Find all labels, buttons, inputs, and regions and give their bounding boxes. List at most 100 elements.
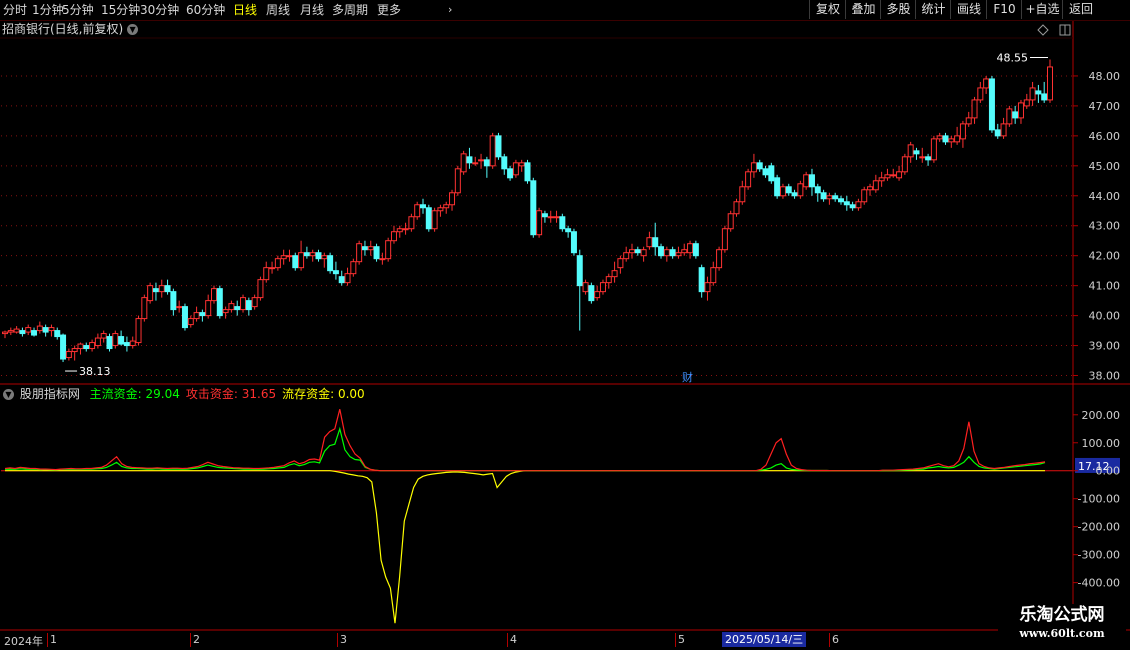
candle: [129, 336, 136, 349]
candle: [907, 141, 914, 163]
candle-body: [408, 216, 415, 230]
candle-body: [240, 297, 247, 311]
candle-body: [669, 249, 676, 257]
candle-body: [756, 162, 763, 170]
candle: [123, 336, 130, 352]
candle-body: [501, 156, 508, 170]
candle-body: [437, 207, 444, 212]
candle: [658, 243, 665, 259]
candle-body: [489, 135, 496, 167]
candle: [327, 252, 334, 274]
candle: [710, 261, 717, 286]
candle-body: [135, 318, 142, 344]
candle: [704, 276, 711, 301]
candle-body: [7, 330, 14, 333]
candle: [25, 324, 32, 336]
candle-body: [129, 340, 136, 347]
candle: [1006, 105, 1013, 127]
candle: [100, 330, 107, 343]
candle: [634, 246, 641, 256]
candle: [948, 135, 955, 148]
candle: [385, 237, 392, 262]
candle-body: [2, 331, 8, 335]
price-chart: 38.00 39.00 40.00 41.00 42.00 43.00 44.00 45.00…: [0, 21, 1130, 631]
candle: [605, 273, 612, 289]
indicator-number: 29.04: [141, 387, 180, 401]
candle-body: [309, 252, 316, 257]
candle-body: [13, 328, 20, 333]
indicator-axis: 200.00 100.00 0.00 -100.00 -200.00 -300.00 -40…: [1073, 409, 1120, 590]
candle-body: [181, 306, 188, 329]
indicator-label: 主流资金:: [89, 387, 142, 401]
candle: [507, 165, 514, 181]
candle-body: [710, 267, 717, 284]
indicator-number: 0.00: [334, 387, 365, 401]
candle-body: [629, 249, 635, 254]
candle: [977, 81, 984, 103]
candle: [884, 168, 891, 181]
candle-body: [652, 237, 659, 248]
candle-body: [872, 180, 879, 191]
candle-body: [925, 156, 932, 161]
price-axis: 38.00 39.00 40.00 41.00 42.00 43.00 44.00 45.00…: [1073, 70, 1120, 383]
candle: [350, 258, 357, 277]
candle: [216, 285, 223, 319]
candle: [913, 147, 920, 160]
candle-body: [1023, 99, 1030, 107]
candle: [623, 246, 630, 262]
candle: [257, 276, 264, 301]
candle-body: [251, 297, 258, 308]
price-tick-label: 45.00: [1089, 160, 1121, 173]
candle-body: [640, 249, 647, 257]
candle: [594, 285, 601, 301]
candle: [791, 189, 798, 199]
candle-body: [83, 345, 90, 350]
candlesticks: [2, 59, 1053, 363]
indicator-name[interactable]: 股朋指标网: [20, 387, 80, 401]
candle-body: [745, 171, 752, 188]
candle: [646, 231, 653, 250]
indicator-label: 攻击资金:: [185, 387, 238, 401]
candle: [495, 132, 502, 160]
candle-body: [60, 334, 67, 360]
candle: [158, 279, 165, 298]
candle-body: [901, 156, 908, 173]
candle: [420, 198, 426, 214]
candle: [379, 252, 386, 265]
candle-body: [495, 135, 502, 158]
candle: [1023, 93, 1030, 109]
candle-body: [245, 300, 252, 311]
candle-body: [890, 174, 897, 177]
series-line-2: [5, 470, 1045, 624]
candle: [187, 315, 194, 328]
candle: [896, 165, 903, 181]
candle-body: [1006, 108, 1013, 125]
candle-body: [721, 228, 728, 251]
candle: [971, 96, 978, 124]
candle-body: [1000, 123, 1007, 137]
candle: [402, 222, 409, 235]
candle-body: [930, 138, 937, 161]
candle: [954, 126, 961, 145]
candle-body: [599, 282, 606, 293]
candle: [332, 261, 339, 280]
candle: [756, 159, 763, 172]
price-tick-label: 41.00: [1089, 280, 1121, 293]
candle-body: [803, 174, 810, 188]
candle: [559, 213, 566, 232]
chevron-down-icon[interactable]: ▼: [3, 389, 14, 400]
candle-body: [843, 201, 850, 206]
candle: [472, 156, 479, 166]
candle-body: [454, 168, 461, 194]
candle-body: [25, 327, 32, 333]
candle: [338, 270, 345, 286]
candle-body: [431, 210, 438, 230]
low-price-label: 38.13: [79, 365, 111, 378]
price-tick-label: 46.00: [1089, 130, 1121, 143]
candle-body: [65, 351, 72, 359]
candle: [919, 147, 926, 163]
candle: [309, 249, 316, 262]
candle: [849, 201, 856, 211]
candle-body: [536, 210, 543, 236]
candle: [170, 288, 177, 316]
